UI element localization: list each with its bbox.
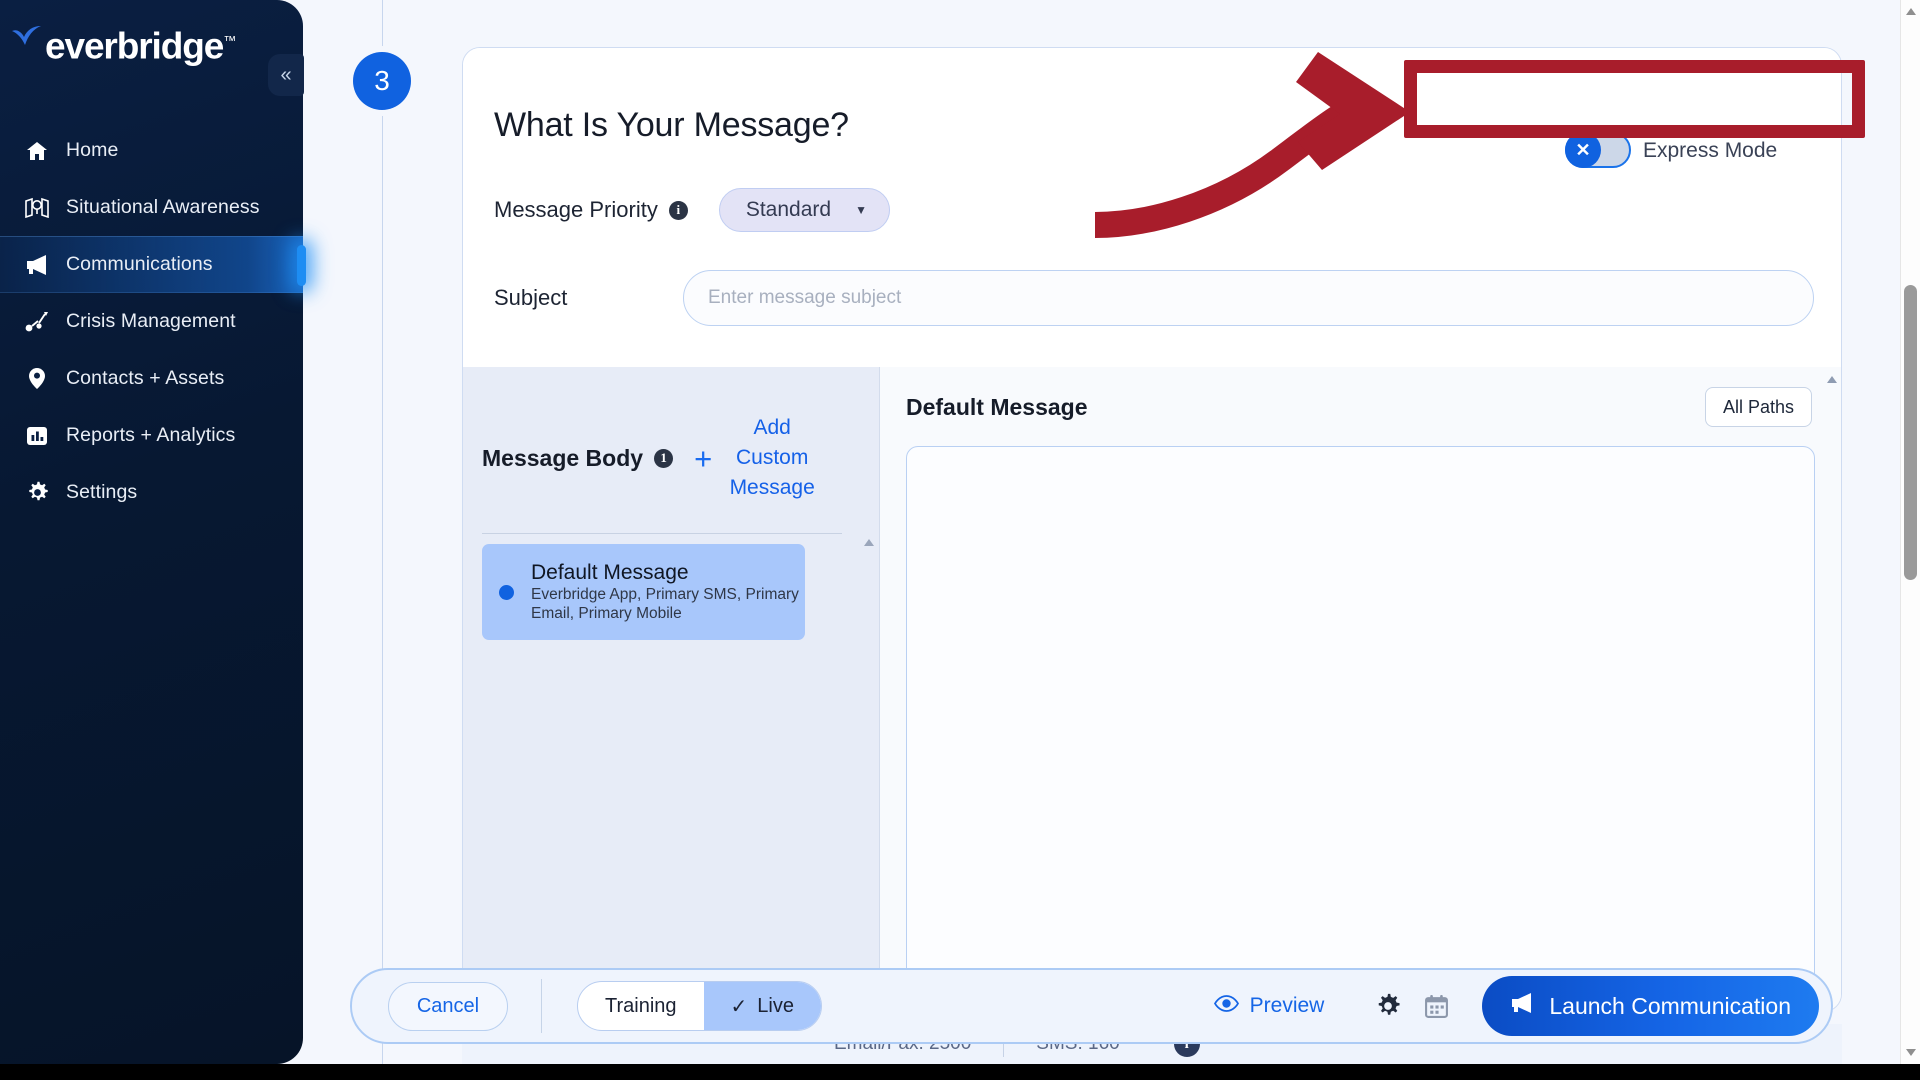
message-item-delivery-paths: Everbridge App, Primary SMS, Primary Ema… — [531, 586, 799, 622]
message-count-badge[interactable]: 1 — [654, 448, 674, 468]
environment-live[interactable]: ✓ Live — [703, 982, 821, 1030]
step-indicator-3[interactable]: 3 — [353, 52, 411, 110]
editor-panel-title: Default Message — [906, 394, 1088, 420]
sidebar-item-label: Communications — [66, 253, 213, 275]
sidebar-nav: Home Situational Awareness Communication… — [0, 122, 306, 521]
preview-label: Preview — [1249, 994, 1325, 1017]
step-number: 3 — [374, 65, 390, 96]
home-icon — [22, 138, 52, 164]
message-step-card: What Is Your Message? ✕ Express Mode ✓ S… — [462, 47, 1842, 1012]
message-content-textarea[interactable] — [906, 446, 1815, 1007]
sidebar-item-situational-awareness[interactable]: Situational Awareness — [0, 179, 303, 236]
scrollbar-thumb[interactable] — [1904, 285, 1917, 580]
bar-chart-icon — [22, 423, 52, 449]
check-icon: ✓ — [730, 995, 748, 1018]
express-mode-label: Express Mode — [1643, 139, 1778, 162]
sidebar-item-communications[interactable]: Communications — [0, 236, 306, 293]
screen-bottom-letterbox — [0, 1064, 1920, 1080]
environment-training[interactable]: Training — [578, 982, 704, 1030]
message-editor-panel: Default Message All Paths — [880, 367, 1841, 1011]
scrollbar-up-arrow-icon[interactable] — [1906, 8, 1916, 15]
editor-scroll-up-arrow-icon[interactable] — [1827, 376, 1837, 383]
add-custom-message-link[interactable]: Add Custom Message — [726, 413, 818, 503]
eye-icon — [1213, 994, 1239, 1018]
sidebar-item-contacts-assets[interactable]: Contacts + Assets — [0, 350, 303, 407]
launch-communication-button[interactable]: Launch Communication — [1482, 976, 1819, 1036]
action-bar-right-group: Preview Launch Communication — [1213, 976, 1831, 1036]
subject-input[interactable] — [683, 270, 1814, 326]
megaphone-icon — [22, 252, 52, 278]
message-body-header: Message Body 1 + Add Custom Message — [463, 367, 879, 503]
message-body-title: Message Body — [482, 444, 644, 471]
gear-icon — [22, 480, 52, 506]
segment-label: Live — [757, 994, 794, 1017]
launch-label: Launch Communication — [1549, 992, 1791, 1019]
segment-label: Training — [605, 994, 677, 1017]
megaphone-icon — [1510, 992, 1535, 1020]
page-title: What Is Your Message? — [494, 106, 849, 144]
subject-row: Subject — [494, 270, 1814, 326]
selected-bullet-icon — [499, 584, 514, 600]
priority-value: Standard — [745, 198, 832, 221]
sidebar-item-crisis-management[interactable]: Crisis Management — [0, 293, 303, 350]
message-list-item-default[interactable]: Default Message Everbridge App, Primary … — [482, 544, 805, 640]
location-pin-icon — [22, 366, 52, 392]
message-priority-row: Message Priority i Standard ▼ — [494, 188, 890, 232]
browser-viewport: everbridge™ « Home Situational Awareness… — [0, 0, 1900, 1064]
sidebar-item-reports-analytics[interactable]: Reports + Analytics — [0, 407, 303, 464]
action-bar-divider — [541, 979, 542, 1033]
sidebar-item-label: Reports + Analytics — [66, 424, 236, 446]
sidebar-item-settings[interactable]: Settings — [0, 464, 303, 521]
message-item-title: Default Message — [531, 561, 689, 584]
toggle-knob-close-icon: ✕ — [1565, 132, 1601, 168]
environment-segmented-control: Training ✓ Live — [577, 981, 822, 1031]
message-list-scrollbar[interactable] — [864, 539, 874, 1009]
network-nodes-icon — [22, 309, 52, 335]
chevron-left-double-icon: « — [280, 63, 292, 86]
message-body-panel: Message Body 1 + Add Custom Message Defa… — [463, 367, 880, 1011]
scrollbar-down-arrow-icon[interactable] — [1906, 1049, 1916, 1056]
cancel-button[interactable]: Cancel — [388, 981, 508, 1031]
gear-icon — [1379, 993, 1400, 1015]
brand-name: everbridge™ — [45, 25, 237, 67]
calendar-icon — [1424, 994, 1448, 1018]
message-priority-label: Message Priority — [494, 197, 658, 222]
settings-gear-button[interactable] — [1371, 989, 1405, 1023]
preview-button[interactable]: Preview — [1213, 994, 1325, 1018]
sidebar-item-label: Situational Awareness — [66, 196, 260, 218]
all-paths-label: All Paths — [1722, 396, 1794, 417]
sidebar: everbridge™ « Home Situational Awareness… — [0, 0, 306, 1064]
everbridge-logo[interactable]: everbridge™ — [10, 22, 236, 65]
sidebar-item-label: Crisis Management — [66, 310, 236, 332]
express-mode-toggle[interactable]: ✕ — [1565, 132, 1631, 168]
message-body-split: Message Body 1 + Add Custom Message Defa… — [463, 367, 1841, 1011]
sidebar-item-label: Settings — [66, 481, 138, 503]
info-icon[interactable]: i — [668, 200, 688, 220]
card-header: What Is Your Message? ✕ Express Mode ✓ S… — [463, 48, 1841, 326]
trademark-symbol: ™ — [223, 33, 237, 48]
all-paths-button[interactable]: All Paths — [1704, 387, 1812, 427]
message-priority-dropdown[interactable]: Standard ▼ — [718, 188, 890, 232]
step-connector-line — [382, 0, 383, 1064]
cancel-label: Cancel — [416, 994, 480, 1017]
subject-label: Subject — [494, 285, 568, 310]
screen: everbridge™ « Home Situational Awareness… — [0, 0, 1920, 1080]
add-message-plus-icon[interactable]: + — [694, 443, 712, 474]
everbridge-checkmark-icon — [12, 26, 41, 45]
sidebar-collapse-button[interactable]: « — [268, 54, 304, 96]
map-pin-icon — [22, 195, 52, 221]
panel-divider — [482, 533, 842, 534]
chevron-down-icon: ▼ — [855, 203, 867, 217]
sidebar-item-label: Contacts + Assets — [66, 367, 225, 389]
scroll-up-arrow-icon[interactable] — [864, 539, 874, 546]
bottom-action-bar: Cancel Training ✓ Live Preview Launch Co… — [350, 968, 1833, 1044]
sidebar-item-home[interactable]: Home — [0, 122, 303, 179]
browser-scrollbar[interactable] — [1900, 0, 1920, 1064]
schedule-calendar-button[interactable] — [1419, 989, 1453, 1023]
sidebar-item-label: Home — [66, 139, 119, 161]
